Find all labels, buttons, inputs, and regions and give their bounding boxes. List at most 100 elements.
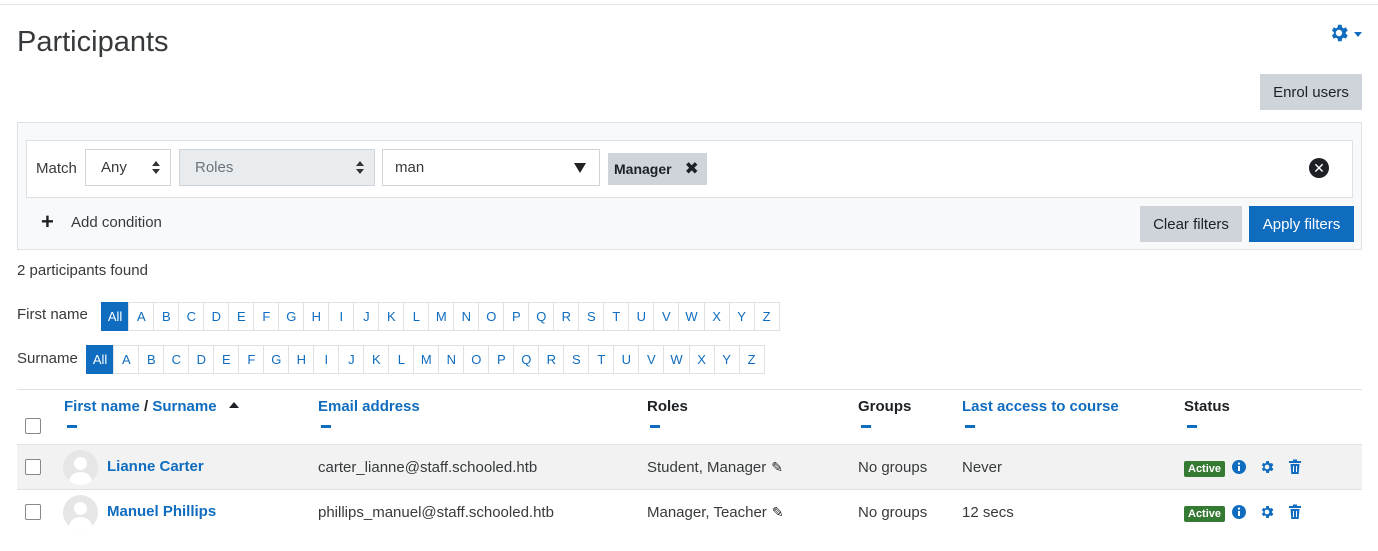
surname-initial-e[interactable]: E [213, 345, 240, 374]
surname-initial-all[interactable]: All [85, 345, 115, 374]
pencil-icon[interactable]: ✎ [771, 459, 783, 476]
avatar[interactable] [63, 450, 98, 485]
dropdown-arrow-icon[interactable] [574, 163, 586, 173]
gear-icon [1331, 24, 1348, 42]
filter-type-select[interactable]: Roles [179, 149, 375, 186]
collapse-groups-column[interactable] [861, 425, 871, 428]
firstname-initial-x[interactable]: X [703, 302, 730, 331]
firstname-initial-w[interactable]: W [678, 302, 705, 331]
surname-initial-c[interactable]: C [163, 345, 190, 374]
firstname-initial-b[interactable]: B [153, 302, 180, 331]
firstname-initial-n[interactable]: N [453, 302, 480, 331]
surname-initial-a[interactable]: A [113, 345, 140, 374]
surname-initial-u[interactable]: U [613, 345, 640, 374]
page-title: Participants [17, 26, 169, 58]
participant-name-link[interactable]: Manuel Phillips [107, 503, 216, 520]
enrol-users-button[interactable]: Enrol users [1260, 74, 1362, 110]
surname-initial-r[interactable]: R [538, 345, 565, 374]
firstname-initial-s[interactable]: S [578, 302, 605, 331]
avatar[interactable] [63, 495, 98, 530]
firstname-initial-e[interactable]: E [228, 302, 255, 331]
firstname-initial-all[interactable]: All [100, 302, 130, 331]
firstname-initial-g[interactable]: G [278, 302, 305, 331]
firstname-initial-t[interactable]: T [603, 302, 630, 331]
clear-filters-button[interactable]: Clear filters [1140, 206, 1242, 242]
surname-initial-k[interactable]: K [363, 345, 390, 374]
surname-initial-w[interactable]: W [663, 345, 690, 374]
filter-condition-row: Match Any Roles man Manager ✖ ✕ [26, 140, 1353, 198]
firstname-initial-d[interactable]: D [203, 302, 230, 331]
firstname-initial-m[interactable]: M [428, 302, 455, 331]
surname-initial-v[interactable]: V [638, 345, 665, 374]
column-header-groups: Groups [858, 398, 912, 415]
firstname-initial-a[interactable]: A [128, 302, 155, 331]
surname-initial-d[interactable]: D [188, 345, 215, 374]
pencil-icon[interactable]: ✎ [772, 504, 784, 521]
sort-email-link[interactable]: Email address [318, 398, 420, 415]
surname-initial-l[interactable]: L [388, 345, 415, 374]
surname-initial-z[interactable]: Z [738, 345, 765, 374]
firstname-initial-l[interactable]: L [403, 302, 430, 331]
sort-surname-link[interactable]: Surname [152, 398, 216, 415]
surname-initial-b[interactable]: B [138, 345, 165, 374]
close-icon[interactable]: ✕ [1309, 158, 1329, 178]
select-all-checkbox[interactable] [25, 418, 41, 434]
firstname-initial-u[interactable]: U [628, 302, 655, 331]
gear-icon[interactable] [1259, 459, 1275, 475]
roles-text: Manager, Teacher [647, 504, 767, 521]
row-select-checkbox[interactable] [25, 459, 41, 475]
add-condition-label: Add condition [71, 213, 162, 231]
firstname-initial-i[interactable]: I [328, 302, 355, 331]
surname-initial-j[interactable]: J [338, 345, 365, 374]
selected-role-chip[interactable]: Manager ✖ [608, 153, 707, 185]
firstname-initial-r[interactable]: R [553, 302, 580, 331]
info-icon[interactable] [1231, 504, 1247, 520]
surname-initial-q[interactable]: Q [513, 345, 540, 374]
collapse-email-column[interactable] [321, 425, 331, 428]
surname-initial-m[interactable]: M [413, 345, 440, 374]
surname-initial-s[interactable]: S [563, 345, 590, 374]
sort-first-name-link[interactable]: First name [64, 398, 140, 415]
surname-initial-t[interactable]: T [588, 345, 615, 374]
firstname-initial-k[interactable]: K [378, 302, 405, 331]
firstname-initial-q[interactable]: Q [528, 302, 555, 331]
surname-initial-y[interactable]: Y [713, 345, 740, 374]
collapse-last-access-column[interactable] [965, 425, 975, 428]
apply-filters-button[interactable]: Apply filters [1249, 206, 1354, 242]
match-select[interactable]: Any [85, 149, 171, 186]
surname-initial-o[interactable]: O [463, 345, 490, 374]
firstname-initial-h[interactable]: H [303, 302, 330, 331]
remove-chip-icon[interactable]: ✖ [685, 159, 699, 179]
info-icon[interactable] [1231, 459, 1247, 475]
trash-icon[interactable] [1287, 504, 1303, 520]
collapse-roles-column[interactable] [650, 425, 660, 428]
collapse-status-column[interactable] [1187, 425, 1197, 428]
collapse-name-column[interactable] [67, 425, 77, 428]
filter-value-autocomplete[interactable]: man [382, 149, 600, 186]
surname-initial-n[interactable]: N [438, 345, 465, 374]
participant-name-link[interactable]: Lianne Carter [107, 458, 204, 475]
settings-menu[interactable] [1328, 20, 1370, 46]
trash-icon[interactable] [1287, 459, 1303, 475]
gear-icon[interactable] [1259, 504, 1275, 520]
add-condition-button[interactable]: + Add condition [41, 211, 162, 233]
surname-initial-f[interactable]: F [238, 345, 265, 374]
sort-last-access-link[interactable]: Last access to course [962, 398, 1119, 415]
firstname-initial-p[interactable]: P [503, 302, 530, 331]
row-select-checkbox[interactable] [25, 504, 41, 520]
firstname-initial-z[interactable]: Z [753, 302, 780, 331]
column-header-last-access: Last access to course [962, 398, 1119, 415]
firstname-initial-c[interactable]: C [178, 302, 205, 331]
firstname-initial-f[interactable]: F [253, 302, 280, 331]
surname-initial-h[interactable]: H [288, 345, 315, 374]
firstname-initial-y[interactable]: Y [728, 302, 755, 331]
table-row: Lianne Carter carter_lianne@staff.school… [17, 444, 1362, 489]
firstname-initial-v[interactable]: V [653, 302, 680, 331]
surname-initial-i[interactable]: I [313, 345, 340, 374]
surname-initial-p[interactable]: P [488, 345, 515, 374]
surname-initial-x[interactable]: X [688, 345, 715, 374]
participant-email: carter_lianne@staff.schooled.htb [318, 459, 538, 476]
firstname-initial-o[interactable]: O [478, 302, 505, 331]
surname-initial-g[interactable]: G [263, 345, 290, 374]
firstname-initial-j[interactable]: J [353, 302, 380, 331]
